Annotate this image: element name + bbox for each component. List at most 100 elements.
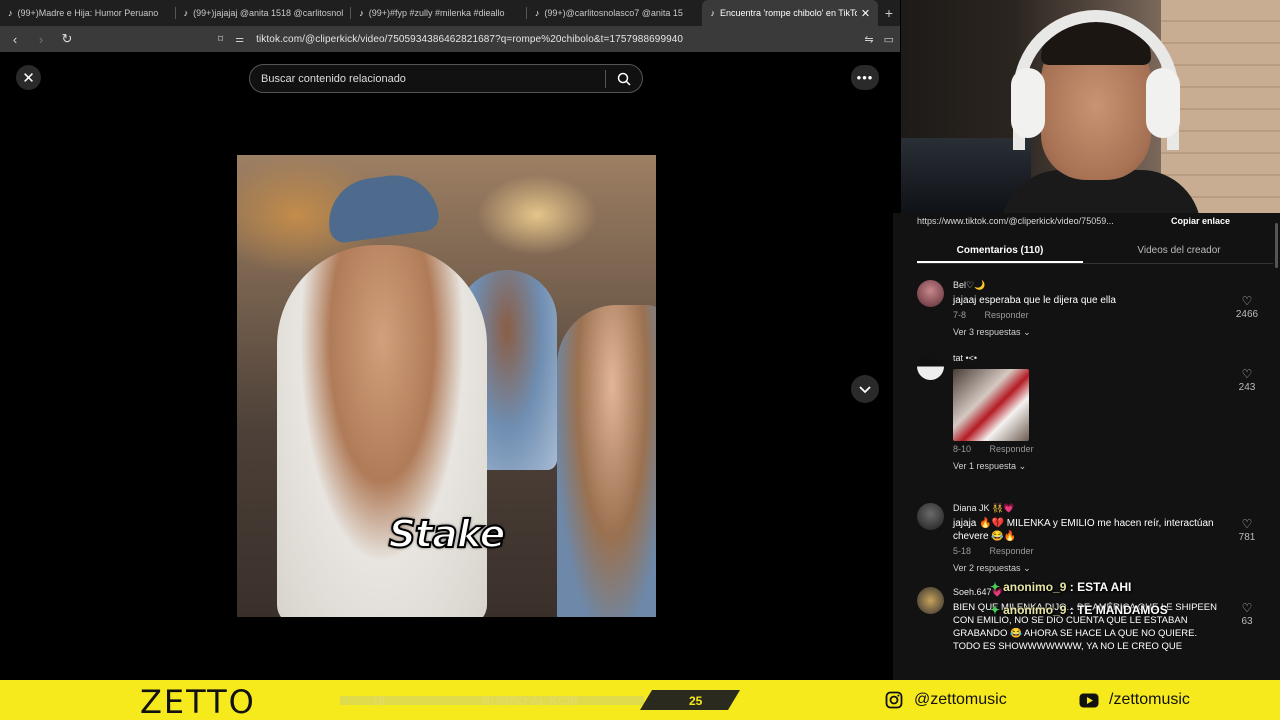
share-link-url[interactable]: https://www.tiktok.com/@cliperkick/video… [917, 216, 1157, 226]
chevron-down-icon: ⌄ [1023, 563, 1031, 573]
comment-image[interactable] [953, 369, 1029, 441]
youtube-icon [1079, 690, 1099, 710]
like-count: 2466 [1235, 309, 1259, 320]
browser-tab[interactable]: ♪ (99+)#fyp #zully #milenka #dieallo [351, 0, 527, 26]
url-field[interactable]: ⌑ ⚌ tiktok.com/@cliperkick/video/7505934… [218, 34, 864, 45]
comment-item: tat •<• 8-10 Responder Ver 1 respuesta ⌄… [917, 353, 1267, 493]
video-frame-figure [277, 245, 487, 617]
extension-icon[interactable]: ⇋ [864, 33, 873, 46]
chat-message: ✦ anonimo_9 : TE MANDAMOS [990, 603, 1168, 617]
next-video-button[interactable] [851, 375, 879, 403]
tab-creator-videos[interactable]: Videos del creador [1085, 239, 1273, 263]
copy-link-button[interactable]: Copiar enlace [1171, 216, 1230, 226]
like-button[interactable]: ♡ 2466 [1227, 294, 1267, 320]
comment-date: 5-18 [953, 546, 972, 556]
search-input[interactable] [250, 72, 605, 85]
site-settings-icon[interactable]: ⚌ [235, 34, 244, 45]
tab-title: (99+)#fyp #zully #milenka #dieallo [368, 8, 505, 18]
tiktok-icon: ♪ [359, 8, 364, 18]
instagram-handle: @zettomusic [884, 690, 1007, 710]
browser-tab[interactable]: ♪ (99+)jajajaj @anita 1518 @carlitosnola… [176, 0, 352, 26]
reply-button[interactable]: Responder [990, 444, 1034, 454]
avatar[interactable] [917, 353, 944, 380]
close-button[interactable]: ✕ [16, 65, 41, 90]
avatar[interactable] [917, 280, 944, 307]
close-icon: ✕ [22, 69, 35, 87]
video-player[interactable]: Stake [237, 155, 656, 617]
like-button[interactable]: ♡ 243 [1227, 367, 1267, 393]
video-overlay-logo: Stake [388, 511, 507, 557]
search-button[interactable] [606, 64, 642, 93]
tiktok-icon: ♪ [534, 8, 540, 18]
tiktok-icon: ♪ [8, 8, 13, 18]
related-search-box [249, 64, 643, 93]
more-dots-icon: ••• [856, 70, 874, 85]
view-replies-label: Ver 3 respuestas [953, 327, 1021, 337]
tab-close-icon[interactable]: ✕ [861, 7, 870, 20]
headset-icon [1011, 68, 1045, 138]
tab-title: (99+)@carlitosnolasco7 @anita 15 [544, 8, 683, 18]
comment-item: Soeh.647💗 BIEN QUE MILENKA DIJO... DE AM… [917, 587, 1267, 680]
comment-date: 7-8 [953, 310, 967, 320]
chat-text: : TE MANDAMOS [1069, 603, 1168, 617]
view-replies-label: Ver 1 respuesta [953, 461, 1017, 471]
avatar[interactable] [917, 503, 944, 530]
progress-target-value: 25 [689, 694, 703, 708]
sparkle-icon: ✦ [990, 603, 1001, 617]
tiktok-icon: ♪ [710, 8, 715, 18]
heart-icon: ♡ [1241, 601, 1253, 615]
new-tab-button[interactable]: + [878, 0, 900, 26]
address-bar: ‹ › ↻ ⌑ ⚌ tiktok.com/@cliperkick/video/7… [0, 26, 900, 52]
chat-text: : ESTA AHI [1069, 580, 1132, 594]
chat-username: anonimo_9 [1003, 580, 1067, 594]
tab-comments[interactable]: Comentarios (110) [917, 239, 1083, 263]
avatar[interactable] [917, 587, 944, 614]
view-replies-button[interactable]: Ver 1 respuesta ⌄ [953, 461, 1223, 472]
like-button[interactable]: ♡ 781 [1227, 517, 1267, 543]
tiktok-icon: ♪ [183, 8, 189, 18]
view-replies-button[interactable]: Ver 3 respuestas ⌄ [953, 327, 1223, 338]
view-replies-button[interactable]: Ver 2 respuestas ⌄ [953, 563, 1223, 574]
chevron-down-icon: ⌄ [1018, 461, 1027, 471]
tab-title: Encuentra 'rompe chibolo' en TikTok [719, 8, 857, 18]
tab-title: (99+)Madre e Hija: Humor Peruano [17, 8, 159, 18]
video-frame-figure [323, 169, 441, 245]
bookmark-icon[interactable]: ⌑ [218, 34, 223, 45]
scrollbar[interactable] [1275, 223, 1278, 268]
reply-button[interactable]: Responder [990, 546, 1034, 556]
like-count: 63 [1241, 616, 1253, 627]
forward-icon[interactable]: › [30, 28, 52, 50]
reply-button[interactable]: Responder [985, 310, 1029, 320]
comment-username[interactable]: Bel♡🌙 [953, 280, 1223, 291]
browser-tab-bar: ♪ (99+)Madre e Hija: Humor Peruano ♪ (99… [0, 0, 900, 26]
headset-icon [1146, 68, 1180, 138]
webcam-overlay [901, 0, 1280, 213]
heart-icon: ♡ [1241, 367, 1253, 381]
chevron-down-icon: ⌄ [1023, 327, 1031, 337]
comment-text: jajaaj esperaba que le dijera que ella [953, 295, 1116, 306]
video-frame-figure [557, 305, 656, 617]
search-icon [617, 72, 631, 86]
comment-username[interactable]: Diana JK 👯💗 [953, 503, 1223, 514]
instagram-text: @zettomusic [914, 691, 1007, 708]
comment-text: jajaja 🔥💔 MILENKA y EMILIO me hacen reír… [953, 518, 1214, 542]
like-count: 781 [1238, 532, 1256, 543]
cast-icon[interactable]: ▭ [884, 33, 894, 46]
heart-icon: ♡ [1241, 517, 1253, 531]
progress-start-value: 19 [372, 694, 386, 708]
like-count: 243 [1238, 382, 1256, 393]
browser-tab-active[interactable]: ♪ Encuentra 'rompe chibolo' en TikTok ✕ [702, 0, 879, 26]
comment-username[interactable]: tat •<• [953, 353, 1223, 363]
brand-logo: ZETTO [140, 683, 256, 720]
like-button[interactable]: ♡ 63 [1227, 601, 1267, 627]
youtube-text: /zettomusic [1109, 691, 1190, 708]
comment-date: 8-10 [953, 444, 972, 454]
browser-tab[interactable]: ♪ (99+)@carlitosnolasco7 @anita 15 [527, 0, 703, 26]
browser-tab[interactable]: ♪ (99+)Madre e Hija: Humor Peruano [0, 0, 176, 26]
comment-item: Bel♡🌙 jajaaj esperaba que le dijera que … [917, 280, 1267, 350]
reload-icon[interactable]: ↻ [56, 28, 78, 50]
sparkle-icon: ✦ [990, 580, 1001, 594]
back-icon[interactable]: ‹ [4, 28, 26, 50]
tab-title: (99+)jajajaj @anita 1518 @carlitosnolasc… [193, 8, 344, 18]
more-options-button[interactable]: ••• [851, 65, 879, 90]
